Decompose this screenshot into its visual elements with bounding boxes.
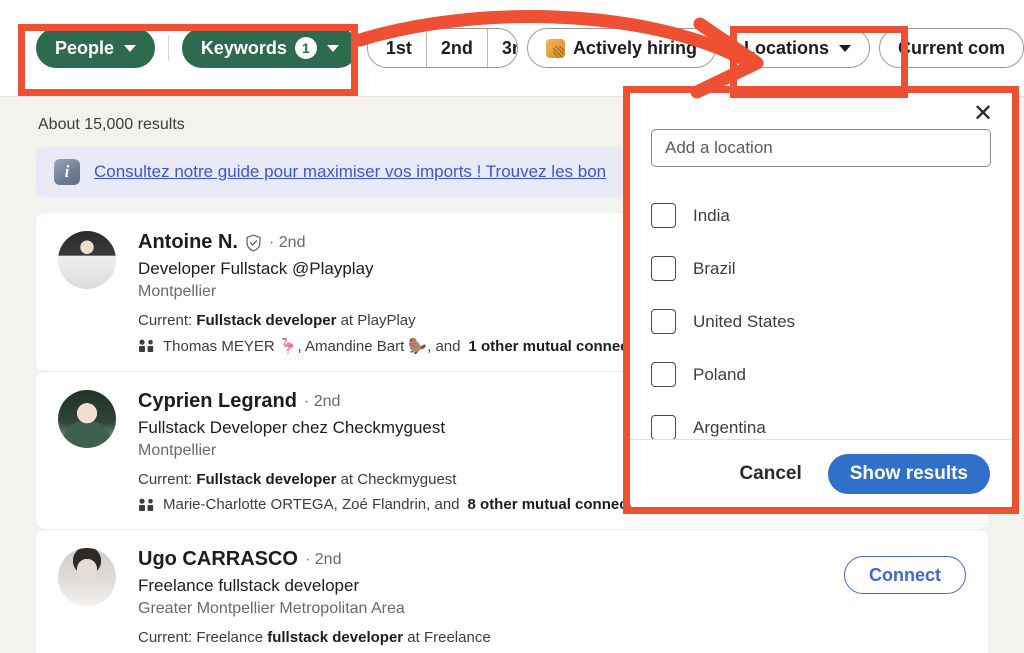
location-option-label: Brazil — [693, 259, 736, 279]
filter-people-label: People — [55, 38, 114, 59]
checkbox[interactable] — [651, 362, 676, 387]
filter-keywords-button[interactable]: Keywords 1 — [182, 28, 358, 68]
location-option-united-states[interactable]: United States — [651, 295, 991, 348]
linkedin-people-search-screen: People Keywords 1 1st 2nd 3rd+ Actively … — [0, 0, 1024, 653]
current-suffix: at Checkmyguest — [336, 471, 456, 488]
person-location: Greater Montpellier Metropolitan Area — [138, 600, 822, 618]
current-prefix: Current: — [138, 312, 196, 329]
mutual-strong[interactable]: 8 other mutual connect — [468, 496, 633, 513]
cancel-button[interactable]: Cancel — [731, 457, 809, 491]
location-options-list: India Brazil United States Poland Argent… — [651, 189, 991, 439]
locations-panel-footer: Cancel Show results — [630, 439, 1012, 507]
current-suffix: at Freelance — [403, 629, 491, 646]
location-option-label: Poland — [693, 365, 746, 385]
search-filter-bar: People Keywords 1 1st 2nd 3rd+ Actively … — [0, 0, 1024, 97]
keywords-count-badge: 1 — [295, 37, 317, 59]
connection-degree: · 2nd — [305, 551, 341, 569]
person-name[interactable]: Antoine N. — [138, 231, 238, 254]
filter-divider — [168, 35, 169, 61]
degree-filter-3rd-plus[interactable]: 3rd+ — [487, 29, 518, 67]
checkbox[interactable] — [651, 256, 676, 281]
person-result-row[interactable]: Ugo CARRASCO · 2nd Freelance fullstack d… — [36, 530, 988, 653]
chevron-down-icon — [124, 45, 136, 52]
people-icon — [138, 498, 155, 512]
current-prefix: Current: Freelance — [138, 629, 267, 646]
current-role: Fullstack developer — [196, 471, 336, 488]
person-current-position: Current: Freelance fullstack developer a… — [138, 629, 822, 646]
checkbox[interactable] — [651, 415, 676, 439]
filter-current-company-label: Current com — [898, 38, 1005, 59]
location-option-poland[interactable]: Poland — [651, 348, 991, 401]
filter-actively-hiring-label: Actively hiring — [573, 38, 697, 59]
connect-button[interactable]: Connect — [844, 556, 966, 594]
location-option-label: Argentina — [693, 418, 766, 438]
current-prefix: Current: — [138, 471, 196, 488]
promoted-banner-link[interactable]: Consultez notre guide pour maximiser vos… — [94, 162, 606, 182]
avatar[interactable] — [58, 548, 116, 606]
close-icon[interactable]: ✕ — [970, 101, 996, 127]
mutual-strong[interactable]: 1 other mutual connectio — [468, 338, 646, 355]
mutual-prefix: Marie-Charlotte ORTEGA, Zoé Flandrin, an… — [163, 496, 460, 513]
actively-hiring-icon — [546, 39, 565, 58]
checkbox[interactable] — [651, 309, 676, 334]
row-action-slot: Connect — [844, 548, 966, 594]
add-location-input[interactable] — [651, 129, 991, 167]
avatar[interactable] — [58, 390, 116, 448]
degree-filter-1st[interactable]: 1st — [368, 29, 426, 67]
person-name[interactable]: Cyprien Legrand — [138, 390, 297, 413]
filter-current-company-button[interactable]: Current com — [879, 28, 1024, 68]
locations-panel-body: India Brazil United States Poland Argent… — [630, 93, 1012, 439]
person-name-row: Ugo CARRASCO · 2nd — [138, 548, 822, 571]
person-headline: Freelance fullstack developer — [138, 576, 822, 596]
filter-actively-hiring-button[interactable]: Actively hiring — [527, 28, 716, 68]
verified-badge-icon — [245, 234, 262, 252]
connection-degree-group: 1st 2nd 3rd+ — [367, 28, 518, 68]
filter-locations-label: Locations — [744, 38, 829, 59]
avatar[interactable] — [58, 231, 116, 289]
show-results-button[interactable]: Show results — [828, 454, 990, 494]
checkbox[interactable] — [651, 203, 676, 228]
location-option-india[interactable]: India — [651, 189, 991, 242]
location-option-brazil[interactable]: Brazil — [651, 242, 991, 295]
info-icon — [54, 159, 80, 185]
chevron-down-icon — [327, 45, 339, 52]
connection-degree: · 2nd — [269, 234, 305, 252]
current-role: Fullstack developer — [196, 312, 336, 329]
location-option-label: United States — [693, 312, 795, 332]
current-suffix: at PlayPlay — [336, 312, 415, 329]
connection-degree: · 2nd — [304, 393, 340, 411]
locations-dropdown-panel: ✕ India Brazil United States Polan — [630, 93, 1012, 507]
person-info: Ugo CARRASCO · 2nd Freelance fullstack d… — [138, 548, 822, 646]
location-option-label: India — [693, 206, 730, 226]
current-role: fullstack developer — [267, 629, 403, 646]
filter-people-button[interactable]: People — [36, 28, 155, 68]
filter-locations-button[interactable]: Locations — [725, 28, 870, 68]
mutual-prefix: Thomas MEYER 🦩, Amandine Bart 🦫, and — [163, 337, 460, 355]
chevron-down-icon — [839, 45, 851, 52]
person-name[interactable]: Ugo CARRASCO — [138, 548, 298, 571]
people-icon — [138, 339, 155, 353]
filter-keywords-label: Keywords — [201, 38, 287, 59]
location-option-argentina[interactable]: Argentina — [651, 401, 991, 439]
degree-filter-2nd[interactable]: 2nd — [426, 29, 487, 67]
